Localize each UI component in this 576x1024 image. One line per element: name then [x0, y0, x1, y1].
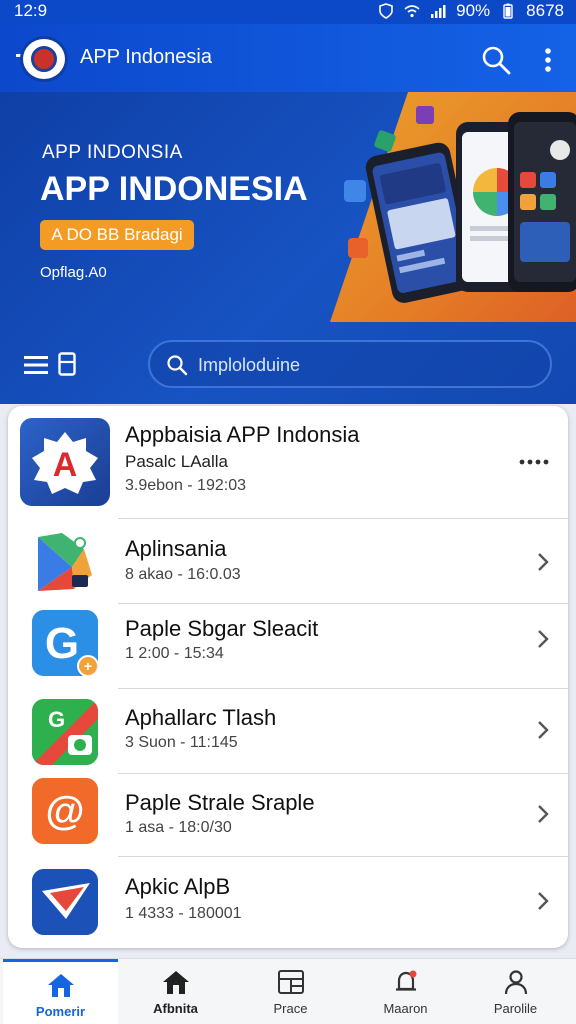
app-name: Aplinsania	[125, 536, 227, 561]
red-a-icon: A	[20, 418, 110, 506]
list-item-featured[interactable]: A Appbaisia APP Indonsia Pasalc LAalla 3…	[8, 406, 568, 519]
more-vert-icon[interactable]	[536, 42, 560, 78]
list-item[interactable]: @ Paple Strale Sraple 1 asa - 18:0/30	[8, 774, 568, 857]
grid-view-icon[interactable]	[58, 352, 76, 376]
svg-text:@: @	[45, 789, 84, 833]
app-meta: 3.9ebon - 192:03	[125, 477, 246, 494]
app-name: Aphallarc Tlash	[125, 705, 277, 730]
app-bar: APP Indonesia	[0, 24, 576, 92]
phones-illustration-icon	[344, 106, 576, 303]
status-icons: 90% 8678	[378, 1, 564, 21]
app-name: Paple Strale Sraple	[125, 790, 315, 815]
nav-label: Pomerir	[35, 1004, 86, 1019]
app-meta: 3 Suon - 11:145	[125, 734, 238, 751]
chevron-right-icon	[538, 553, 549, 571]
home-icon	[48, 974, 74, 997]
battery-percent: 90%	[456, 1, 491, 20]
home-icon	[163, 971, 189, 994]
nav-notifications[interactable]: Maaron	[348, 959, 463, 1024]
person-icon	[504, 970, 528, 995]
hero-cta-button[interactable]: A DO BB Bradagi	[40, 220, 194, 250]
app-name: Apkic AlpB	[125, 874, 231, 899]
blue-arrow-icon	[32, 869, 98, 935]
list-item[interactable]: G Aphallarc Tlash 3 Suon - 11:145	[8, 689, 568, 774]
chevron-right-icon	[538, 892, 549, 910]
grid-icon	[278, 970, 304, 994]
list-item[interactable]: Aplinsania 8 akao - 16:0.03	[8, 519, 568, 604]
search-placeholder: Imploloduine	[198, 355, 301, 375]
app-name: Appbaisia APP Indonsia	[125, 422, 360, 447]
status-extra: 8678	[526, 1, 564, 20]
chevron-right-icon	[538, 805, 549, 823]
app-meta: 8 akao - 16:0.03	[125, 566, 241, 583]
nav-apps[interactable]: Afbnita	[118, 959, 233, 1024]
hero-subtitle: Opflag.A0	[40, 264, 107, 281]
nav-profile[interactable]: Parolile	[458, 959, 573, 1024]
more-horiz-icon[interactable]	[518, 458, 550, 466]
nav-label: Parolile	[493, 1001, 538, 1016]
svg-text:G: G	[48, 707, 65, 732]
app-meta: 1 asa - 18:0/30	[125, 819, 232, 836]
app-name: Paple Sbgar Sleacit	[125, 616, 319, 641]
nav-label: Maaron	[383, 1001, 428, 1016]
hero-title: APP INDONESIA	[40, 170, 308, 208]
list-item[interactable]: Apkic AlpB 1 4333 - 180001	[8, 857, 568, 948]
status-time: 12:9	[14, 1, 48, 20]
app-logo[interactable]	[20, 36, 68, 82]
wifi-icon	[404, 5, 420, 18]
nav-places[interactable]: Prace	[233, 959, 348, 1024]
logo-emblem-icon	[31, 46, 57, 72]
search-icon	[167, 355, 188, 376]
green-camera-icon: G	[32, 699, 98, 765]
app-publisher: Pasalc LAalla	[125, 452, 229, 471]
bell-icon	[396, 970, 417, 991]
list-view-icon[interactable]	[24, 354, 48, 376]
chevron-right-icon	[538, 630, 549, 648]
nav-label: Prace	[273, 1001, 308, 1016]
search-icon[interactable]	[480, 44, 512, 76]
status-bar: 12:9 90% 8678	[0, 0, 576, 24]
svg-text:G: G	[45, 619, 79, 668]
list-item[interactable]: G + Paple Sbgar Sleacit 1 2:00 - 15:34	[8, 604, 568, 689]
search-bar[interactable]: Imploloduine	[148, 340, 552, 388]
shield-icon	[379, 3, 393, 19]
orange-at-icon: @	[32, 778, 98, 844]
bottom-nav: Pomerir Afbnita Prace Maaron Parolile	[0, 958, 576, 1024]
battery-icon	[503, 3, 513, 19]
screen: 12:9 90% 8678 APP Indonesia APP INDONSIA…	[0, 0, 576, 1024]
svg-text:A: A	[53, 446, 78, 484]
nav-label: Afbnita	[153, 1001, 198, 1016]
svg-text:+: +	[84, 658, 92, 674]
signal-icon	[431, 5, 446, 18]
nav-home[interactable]: Pomerir	[3, 959, 118, 1024]
app-title: APP Indonesia	[80, 46, 212, 68]
chevron-right-icon	[538, 721, 549, 739]
app-meta: 1 4333 - 180001	[125, 905, 242, 922]
hero-kicker: APP INDONSIA	[42, 142, 183, 163]
app-list: A Appbaisia APP Indonsia Pasalc LAalla 3…	[8, 406, 568, 948]
blue-g-icon: G +	[32, 610, 98, 676]
hero-banner: APP INDONSIA APP INDONESIA A DO BB Brada…	[0, 92, 576, 404]
app-meta: 1 2:00 - 15:34	[125, 645, 224, 662]
colorful-share-icon	[32, 529, 98, 595]
